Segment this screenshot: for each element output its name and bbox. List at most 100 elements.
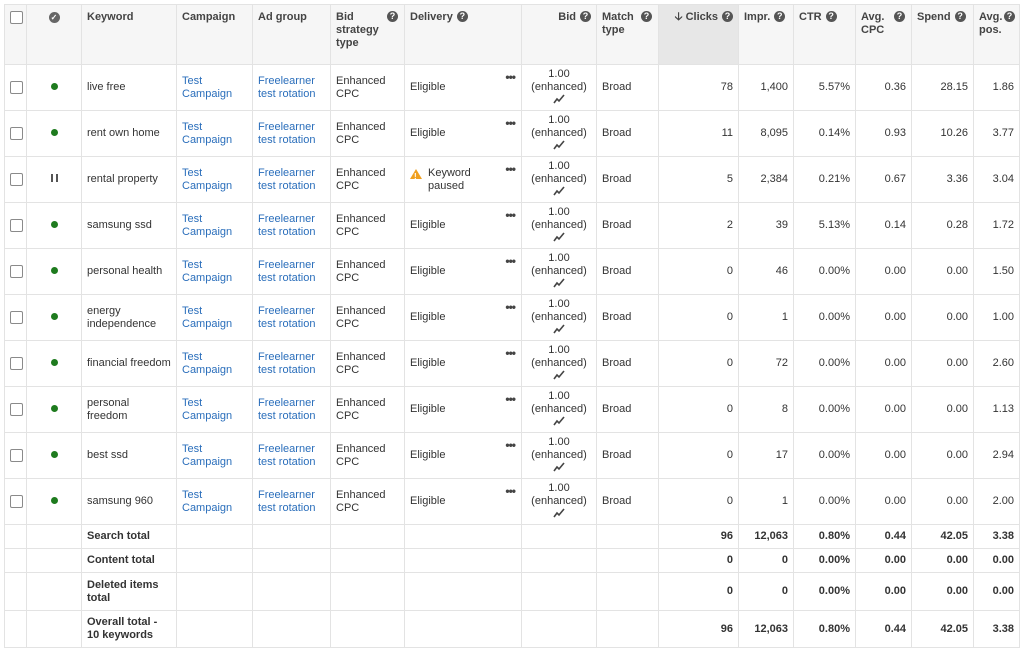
campaign-link[interactable]: Test Campaign (182, 75, 232, 100)
table-row[interactable]: rent own home Test Campaign Freelearner … (4, 110, 1020, 157)
ad-group-link[interactable]: Freelearner test rotation (258, 305, 315, 330)
row-select-cell[interactable] (4, 64, 27, 111)
row-select-cell[interactable] (4, 156, 27, 203)
ad-group-link[interactable]: Freelearner test rotation (258, 121, 315, 146)
table-row[interactable]: best ssd Test Campaign Freelearner test … (4, 432, 1020, 479)
status-cell[interactable] (26, 432, 82, 479)
status-cell[interactable] (26, 64, 82, 111)
row-checkbox[interactable] (10, 172, 23, 186)
trend-icon[interactable] (553, 139, 565, 150)
bid-header[interactable]: Bid? (521, 4, 597, 65)
campaign-link[interactable]: Test Campaign (182, 443, 232, 468)
ad-group-link[interactable]: Freelearner test rotation (258, 443, 315, 468)
trend-icon[interactable] (553, 369, 565, 380)
bid-cell[interactable]: 1.00 (enhanced) (521, 110, 597, 157)
campaign-link[interactable]: Test Campaign (182, 167, 232, 192)
row-checkbox[interactable] (10, 218, 23, 232)
bid-cell[interactable]: 1.00 (enhanced) (521, 156, 597, 203)
row-select-cell[interactable] (4, 432, 27, 479)
campaign-link[interactable]: Test Campaign (182, 351, 232, 376)
status-cell[interactable] (26, 110, 82, 157)
table-row[interactable]: personal freedom Test Campaign Freelearn… (4, 386, 1020, 433)
table-row[interactable]: live free Test Campaign Freelearner test… (4, 64, 1020, 111)
table-row[interactable]: financial freedom Test Campaign Freelear… (4, 340, 1020, 387)
bid-cell[interactable]: 1.00 (enhanced) (521, 202, 597, 249)
trend-icon[interactable] (553, 277, 565, 288)
bid-cell[interactable]: 1.00 (enhanced) (521, 386, 597, 433)
ad-group-link[interactable]: Freelearner test rotation (258, 167, 315, 192)
select-all-header[interactable] (4, 4, 27, 65)
trend-icon[interactable] (553, 185, 565, 196)
ellipsis-icon[interactable]: ••• (505, 209, 516, 222)
help-icon[interactable]: ? (580, 11, 591, 22)
status-cell[interactable] (26, 294, 82, 341)
avg-cpc-header[interactable]: Avg. CPC? (855, 4, 912, 65)
status-cell[interactable] (26, 478, 82, 525)
campaign-link[interactable]: Test Campaign (182, 489, 232, 514)
help-icon[interactable]: ? (722, 11, 733, 22)
bid-strategy-header[interactable]: Bid strategy type? (330, 4, 405, 65)
help-icon[interactable]: ? (894, 11, 905, 22)
ellipsis-icon[interactable]: ••• (505, 301, 516, 314)
table-row[interactable]: samsung 960 Test Campaign Freelearner te… (4, 478, 1020, 525)
ellipsis-icon[interactable]: ••• (505, 255, 516, 268)
status-cell[interactable] (26, 340, 82, 387)
ad-group-link[interactable]: Freelearner test rotation (258, 397, 315, 422)
bid-cell[interactable]: 1.00 (enhanced) (521, 294, 597, 341)
row-select-cell[interactable] (4, 202, 27, 249)
status-cell[interactable] (26, 156, 82, 203)
row-select-cell[interactable] (4, 294, 27, 341)
table-row[interactable]: personal health Test Campaign Freelearne… (4, 248, 1020, 295)
ad-group-link[interactable]: Freelearner test rotation (258, 489, 315, 514)
table-row[interactable]: samsung ssd Test Campaign Freelearner te… (4, 202, 1020, 249)
status-cell[interactable] (26, 248, 82, 295)
ad-group-link[interactable]: Freelearner test rotation (258, 75, 315, 100)
select-all-checkbox[interactable] (10, 11, 23, 24)
help-icon[interactable]: ? (954, 11, 966, 22)
trend-icon[interactable] (553, 93, 565, 104)
keyword-header[interactable]: Keyword (81, 4, 177, 65)
row-select-cell[interactable] (4, 110, 27, 157)
table-row[interactable]: rental property Test Campaign Freelearne… (4, 156, 1020, 203)
help-icon[interactable]: ? (641, 11, 652, 22)
table-row[interactable]: energy independence Test Campaign Freele… (4, 294, 1020, 341)
trend-icon[interactable] (553, 231, 565, 242)
help-icon[interactable]: ? (825, 11, 837, 22)
help-icon[interactable]: ? (387, 11, 398, 22)
spend-header[interactable]: Spend? (911, 4, 974, 65)
row-checkbox[interactable] (10, 402, 23, 416)
trend-icon[interactable] (553, 415, 565, 426)
delivery-header[interactable]: Delivery? (404, 4, 522, 65)
impr-header[interactable]: Impr.? (738, 4, 794, 65)
row-select-cell[interactable] (4, 478, 27, 525)
trend-icon[interactable] (553, 507, 565, 518)
bid-cell[interactable]: 1.00 (enhanced) (521, 432, 597, 479)
ad-group-header[interactable]: Ad group (252, 4, 331, 65)
row-checkbox[interactable] (10, 310, 23, 324)
campaign-link[interactable]: Test Campaign (182, 397, 232, 422)
ellipsis-icon[interactable]: ••• (505, 117, 516, 130)
ad-group-link[interactable]: Freelearner test rotation (258, 351, 315, 376)
help-icon[interactable]: ? (456, 11, 468, 22)
ctr-header[interactable]: CTR? (793, 4, 856, 65)
clicks-header[interactable]: 🡣 Clicks? (658, 4, 739, 65)
ellipsis-icon[interactable]: ••• (505, 485, 516, 498)
ellipsis-icon[interactable]: ••• (505, 439, 516, 452)
row-checkbox[interactable] (10, 80, 23, 94)
ellipsis-icon[interactable]: ••• (505, 163, 516, 176)
campaign-link[interactable]: Test Campaign (182, 121, 232, 146)
ellipsis-icon[interactable]: ••• (505, 393, 516, 406)
ellipsis-icon[interactable]: ••• (505, 347, 516, 360)
bid-cell[interactable]: 1.00 (enhanced) (521, 478, 597, 525)
bid-cell[interactable]: 1.00 (enhanced) (521, 340, 597, 387)
row-checkbox[interactable] (10, 264, 23, 278)
campaign-link[interactable]: Test Campaign (182, 259, 232, 284)
row-select-cell[interactable] (4, 386, 27, 433)
ad-group-link[interactable]: Freelearner test rotation (258, 213, 315, 238)
campaign-link[interactable]: Test Campaign (182, 305, 232, 330)
status-cell[interactable] (26, 202, 82, 249)
row-checkbox[interactable] (10, 356, 23, 370)
row-select-cell[interactable] (4, 340, 27, 387)
row-checkbox[interactable] (10, 494, 23, 508)
ellipsis-icon[interactable]: ••• (505, 71, 516, 84)
